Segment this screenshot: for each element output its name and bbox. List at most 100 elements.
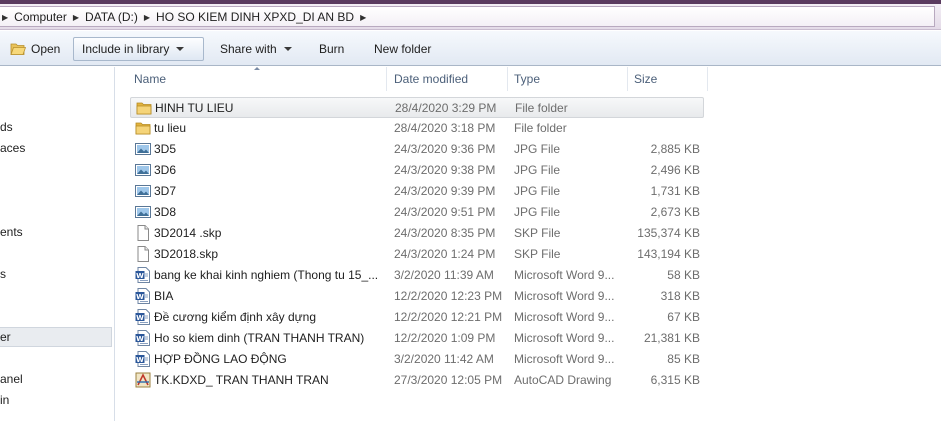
svg-text:W: W [136, 293, 144, 301]
file-name: bang ke khai kinh nghiem (Thong tu 15_..… [154, 268, 379, 282]
include-in-library-button[interactable]: Include in library [73, 37, 204, 61]
file-type: Microsoft Word 9... [514, 352, 615, 366]
share-with-label: Share with [220, 42, 277, 56]
svg-text:W: W [136, 356, 144, 364]
file-date-modified: 28/4/2020 3:29 PM [395, 101, 497, 115]
svg-text:W: W [136, 272, 144, 280]
breadcrumb-separator-icon[interactable]: ▶ [0, 13, 10, 22]
blank-file-icon [135, 225, 151, 241]
file-date-modified: 24/3/2020 8:35 PM [394, 226, 496, 240]
file-type: Microsoft Word 9... [514, 310, 615, 324]
nav-item[interactable]: ds [0, 117, 112, 137]
open-button-label: Open [31, 42, 61, 56]
breadcrumb-separator-icon[interactable]: ▶ [71, 13, 81, 22]
file-type: File folder [515, 101, 568, 115]
breadcrumb-separator-icon[interactable]: ▶ [358, 13, 368, 22]
file-type: Microsoft Word 9... [514, 331, 615, 345]
file-row[interactable]: W BIA 12/2/2020 12:23 PM Microsoft Word 9..… [130, 286, 704, 307]
file-size: 2,496 KB [650, 163, 700, 177]
command-bar: Open Include in library Share with Burn … [0, 31, 941, 66]
file-name: 3D6 [154, 163, 177, 177]
new-folder-label: New folder [374, 42, 432, 56]
breadcrumb-drive[interactable]: DATA (D:) [81, 10, 142, 24]
column-header-name[interactable]: Name [128, 67, 387, 91]
file-name: Đề cương kiểm định xây dựng [154, 310, 317, 324]
nav-item[interactable]: ents [0, 222, 112, 242]
file-row[interactable]: 3D2018.skp 24/3/2020 1:24 PM SKP File 143,1… [130, 244, 704, 265]
file-row[interactable]: Wbang ke khai kinh nghiem (Thong tu 15_.… [130, 265, 704, 286]
breadcrumb-computer[interactable]: Computer [10, 10, 71, 24]
nav-item[interactable]: s [0, 264, 112, 284]
file-type: Microsoft Word 9... [514, 268, 615, 282]
nav-item[interactable]: aces [0, 138, 112, 158]
file-type: SKP File [514, 226, 561, 240]
nav-item-selected[interactable]: er [0, 327, 112, 347]
file-name: HINH TU LIEU [155, 101, 234, 115]
open-button[interactable]: Open [2, 37, 68, 61]
include-in-library-label: Include in library [82, 42, 170, 56]
file-date-modified: 27/3/2020 12:05 PM [394, 373, 503, 387]
file-size: 21,381 KB [643, 331, 700, 345]
file-row[interactable]: 3D5 24/3/2020 9:36 PM JPG File 2,885 KB [130, 139, 704, 160]
file-type: AutoCAD Drawing [514, 373, 612, 387]
share-with-button[interactable]: Share with [212, 37, 300, 61]
folder-icon [136, 100, 152, 116]
nav-item[interactable]: anel [0, 369, 112, 389]
file-row[interactable]: tu lieu 28/4/2020 3:18 PM File folder [130, 118, 704, 139]
file-row-selected[interactable]: HINH TU LIEU 28/4/2020 3:29 PM File folder [130, 97, 704, 118]
file-row[interactable]: W Ho so kiem dinh (TRAN THANH TRAN) 12/2/2… [130, 328, 704, 349]
file-date-modified: 3/2/2020 11:42 AM [394, 352, 494, 366]
file-size: 135,374 KB [637, 226, 700, 240]
file-row[interactable]: 3D2014 .skp 24/3/2020 8:35 PM SKP File 135,… [130, 223, 704, 244]
column-header-type[interactable]: Type [508, 67, 628, 91]
file-size: 58 KB [667, 268, 700, 282]
svg-text:W: W [136, 335, 144, 343]
breadcrumb-current-folder[interactable]: HO SO KIEM DINH XPXD_DI AN BD [152, 10, 358, 24]
file-date-modified: 3/2/2020 11:39 AM [394, 268, 494, 282]
autocad-file-icon [135, 372, 151, 388]
word-file-icon: W [135, 309, 151, 325]
file-size [631, 98, 701, 119]
burn-label: Burn [319, 42, 345, 56]
file-name: tu lieu [154, 121, 187, 135]
breadcrumb-separator-icon[interactable]: ▶ [142, 13, 152, 22]
file-row[interactable]: TK.KDXD_ TRAN THANH TRAN 27/3/2020 12:05 … [130, 370, 704, 391]
file-row[interactable]: W HỢP ĐỒNG LAO ĐỘNG 3/2/2020 11:42 AM Micro… [130, 349, 704, 370]
file-name: Ho so kiem dinh (TRAN THANH TRAN) [154, 331, 365, 345]
navigation-pane[interactable]: ds aces ents s er anel in [0, 67, 115, 421]
file-type: JPG File [514, 142, 561, 156]
file-row[interactable]: 3D7 24/3/2020 9:39 PM JPG File 1,731 KB [130, 181, 704, 202]
file-type: File folder [514, 121, 567, 135]
file-name: HỢP ĐỒNG LAO ĐỘNG [154, 352, 287, 366]
file-name: 3D8 [154, 205, 177, 219]
column-header-size[interactable]: Size [628, 67, 708, 91]
file-row[interactable]: 3D6 24/3/2020 9:38 PM JPG File 2,496 KB [130, 160, 704, 181]
file-size: 2,673 KB [650, 205, 700, 219]
new-folder-button[interactable]: New folder [366, 37, 439, 61]
file-row[interactable]: 3D8 24/3/2020 9:51 PM JPG File 2,673 KB [130, 202, 704, 223]
file-size: 6,315 KB [650, 373, 700, 387]
image-file-icon [135, 162, 151, 178]
file-size: 85 KB [667, 352, 700, 366]
blank-file-icon [135, 246, 151, 262]
folder-icon [135, 120, 151, 136]
file-date-modified: 24/3/2020 9:36 PM [394, 142, 496, 156]
file-row[interactable]: W Đề cương kiểm định xây dựng 12/2/2020 12… [130, 307, 704, 328]
file-list[interactable]: Name Date modified Type Size HINH TU LIE… [116, 67, 941, 421]
chevron-down-icon [176, 47, 185, 51]
svg-text:W: W [136, 314, 144, 322]
address-box[interactable]: ▶ Computer ▶ DATA (D:) ▶ HO SO KIEM DINH… [0, 6, 935, 27]
file-date-modified: 12/2/2020 1:09 PM [394, 331, 496, 345]
file-size: 2,885 KB [650, 142, 700, 156]
file-name: 3D2018.skp [154, 247, 219, 261]
file-size: 67 KB [667, 310, 700, 324]
nav-item[interactable]: in [0, 390, 112, 410]
file-type: Microsoft Word 9... [514, 289, 615, 303]
file-date-modified: 24/3/2020 9:38 PM [394, 163, 496, 177]
file-date-modified: 24/3/2020 1:24 PM [394, 247, 496, 261]
file-date-modified: 12/2/2020 12:23 PM [394, 289, 503, 303]
column-header-date-modified[interactable]: Date modified [388, 67, 508, 91]
file-size: 143,194 KB [637, 247, 700, 261]
burn-button[interactable]: Burn [311, 37, 352, 61]
file-size [630, 118, 700, 139]
